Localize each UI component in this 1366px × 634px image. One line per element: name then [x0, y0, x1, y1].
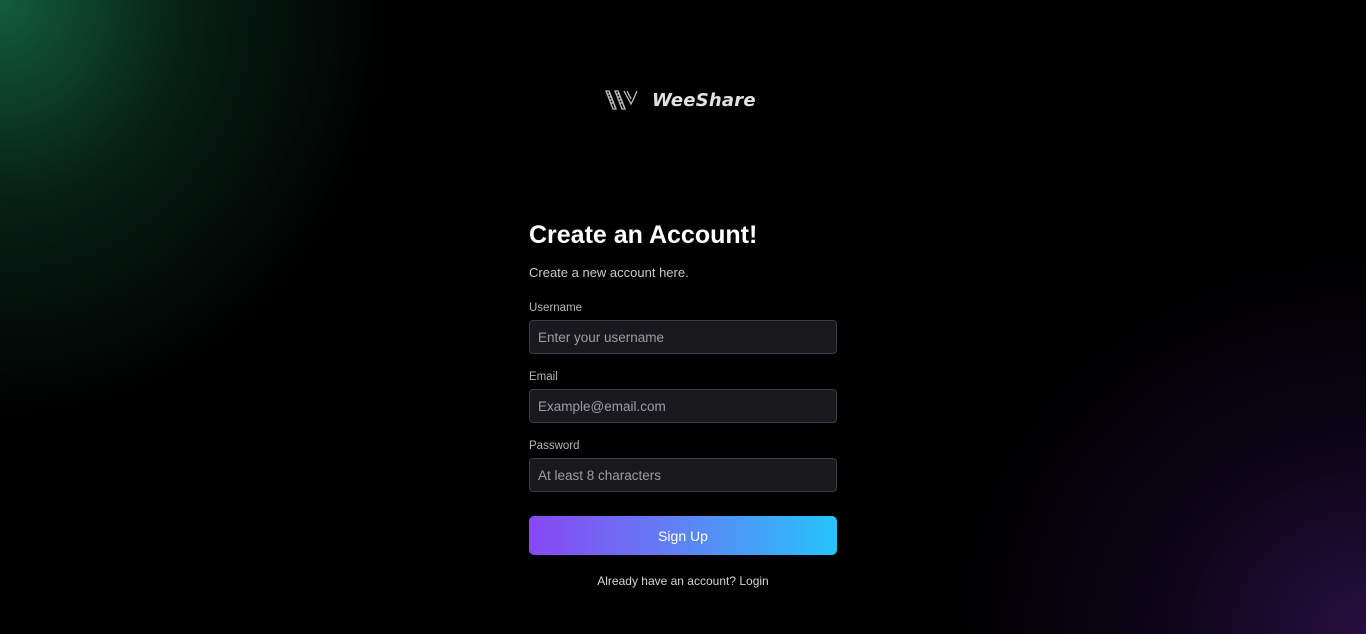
password-input[interactable] — [529, 458, 837, 492]
page-subtitle: Create a new account here. — [529, 265, 689, 280]
password-field-group: Password — [529, 439, 837, 492]
email-label: Email — [529, 371, 558, 383]
email-input[interactable] — [529, 389, 837, 423]
signup-button[interactable]: Sign Up — [529, 516, 837, 555]
weeshare-w-logo-icon — [605, 90, 638, 110]
login-prompt-line: Already have an account? Login — [529, 574, 837, 589]
username-label: Username — [529, 302, 583, 314]
login-link[interactable]: Login — [739, 574, 768, 588]
brand-name: WeeShare — [652, 89, 756, 111]
brand-logo[interactable]: WeeShare — [605, 86, 756, 114]
signup-page: WeeShare Create an Account! Create a new… — [0, 0, 1366, 634]
email-field-group: Email — [529, 370, 837, 423]
password-label: Password — [529, 440, 580, 452]
page-title: Create an Account! — [529, 221, 758, 249]
username-field-group: Username — [529, 301, 837, 354]
username-input[interactable] — [529, 320, 837, 354]
signup-form: Create an Account! Create a new account … — [529, 218, 837, 589]
login-prompt-text: Already have an account? — [597, 574, 737, 588]
